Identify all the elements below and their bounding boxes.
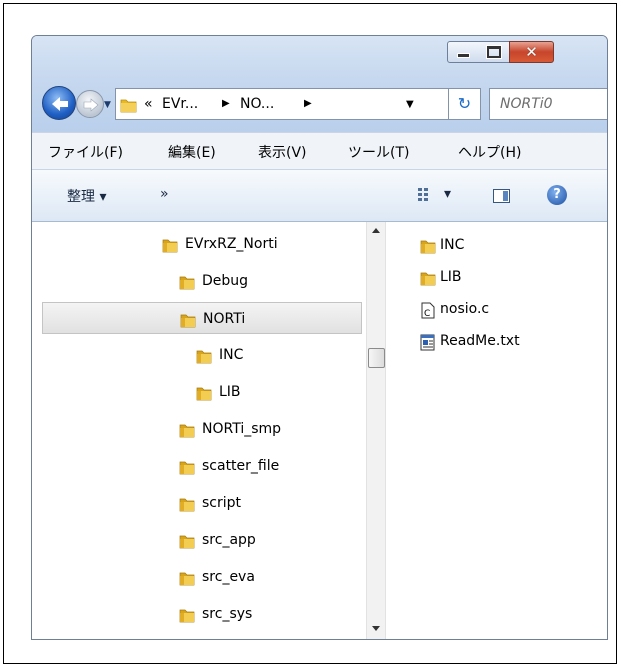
close-icon: ✕ bbox=[525, 43, 538, 61]
explorer-window: ✕ ▼ « EVr... ▶ NO... ▶ ▼ ↻ NORTi0 ファイル(F… bbox=[31, 35, 608, 640]
svg-text:C: C bbox=[424, 309, 430, 319]
recent-pages-dropdown[interactable]: ▼ bbox=[104, 100, 114, 110]
refresh-icon: ↻ bbox=[457, 94, 472, 113]
tree-item-src-eva[interactable]: src_eva bbox=[32, 561, 366, 595]
folder-icon bbox=[179, 496, 195, 516]
scroll-down-icon[interactable] bbox=[372, 626, 380, 631]
tree-item-label: Debug bbox=[202, 273, 249, 289]
tree-item-label: NORTi bbox=[203, 311, 246, 327]
folder-icon bbox=[196, 385, 212, 405]
maximize-button[interactable] bbox=[478, 41, 510, 63]
folder-icon bbox=[179, 459, 195, 479]
file-item-label: INC bbox=[440, 237, 465, 253]
breadcrumb-separator-icon[interactable]: ▶ bbox=[304, 98, 312, 109]
search-input[interactable]: NORTi0 bbox=[489, 88, 607, 120]
tree-item-label: LIB bbox=[219, 384, 241, 400]
close-button[interactable]: ✕ bbox=[509, 41, 554, 63]
folder-icon bbox=[420, 270, 436, 290]
file-item-label: LIB bbox=[440, 269, 462, 285]
folder-icon bbox=[196, 348, 212, 368]
scroll-thumb[interactable] bbox=[368, 348, 385, 368]
scroll-up-icon[interactable] bbox=[372, 228, 380, 233]
folder-icon bbox=[179, 607, 195, 627]
file-item-label: nosio.c bbox=[440, 301, 490, 317]
tree-item-norti-smp[interactable]: NORTi_smp bbox=[32, 413, 366, 447]
menu-view[interactable]: 表示(V) bbox=[258, 142, 307, 162]
folder-icon bbox=[179, 422, 195, 442]
navigation-scrollbar[interactable] bbox=[366, 222, 386, 639]
tree-item-label: src_app bbox=[202, 532, 256, 548]
folder-icon bbox=[180, 312, 196, 332]
text-file-icon bbox=[420, 334, 436, 355]
address-bar[interactable]: « EVr... ▶ NO... ▶ ▼ bbox=[115, 88, 449, 120]
tree-item-scatter-file[interactable]: scatter_file bbox=[32, 450, 366, 484]
arrow-right-icon bbox=[83, 98, 99, 112]
view-dropdown-button[interactable]: ▾ bbox=[444, 186, 451, 202]
tree-item-label: src_sys bbox=[202, 606, 253, 622]
more-commands-button[interactable]: » bbox=[160, 186, 169, 202]
back-button[interactable] bbox=[42, 86, 76, 120]
breadcrumb-separator-icon[interactable]: ▶ bbox=[222, 98, 230, 109]
tree-item-label: src_eva bbox=[202, 569, 255, 585]
menu-edit[interactable]: 編集(E) bbox=[168, 142, 216, 162]
tree-item-src-sys[interactable]: src_sys bbox=[32, 598, 366, 632]
tree-item-label: scatter_file bbox=[202, 458, 280, 474]
help-icon[interactable]: ? bbox=[547, 185, 567, 205]
chevron-down-icon[interactable]: ▼ bbox=[406, 99, 414, 110]
folder-icon bbox=[162, 237, 178, 257]
command-bar: 整理 ▾ » ▾ ? bbox=[32, 170, 607, 222]
file-list-pane: INC LIB Cnosio.c ReadMe.txt bbox=[387, 222, 607, 639]
tree-item-src-app[interactable]: src_app bbox=[32, 524, 366, 558]
tree-item-inc[interactable]: INC bbox=[32, 339, 366, 373]
menu-file[interactable]: ファイル(F) bbox=[48, 142, 123, 162]
folder-icon bbox=[179, 570, 195, 590]
view-options-icon[interactable] bbox=[418, 188, 434, 202]
folder-icon bbox=[179, 274, 195, 294]
breadcrumb-overflow[interactable]: « bbox=[144, 96, 153, 112]
arrow-left-icon bbox=[52, 97, 68, 111]
tree-item-lib[interactable]: LIB bbox=[32, 376, 366, 410]
preview-pane-icon[interactable] bbox=[493, 189, 510, 203]
minimize-icon bbox=[456, 53, 470, 58]
menu-tools[interactable]: ツール(T) bbox=[348, 142, 409, 162]
file-item-label: ReadMe.txt bbox=[440, 333, 520, 349]
tree-item-debug[interactable]: Debug bbox=[32, 265, 366, 299]
folder-icon bbox=[179, 533, 195, 553]
search-placeholder: NORTi0 bbox=[500, 96, 553, 112]
menu-help[interactable]: ヘルプ(H) bbox=[458, 142, 521, 162]
refresh-button[interactable]: ↻ bbox=[449, 88, 481, 120]
tree-item-evrxrz-norti[interactable]: EVrxRZ_Norti bbox=[32, 228, 366, 262]
tree-item-label: EVrxRZ_Norti bbox=[185, 236, 278, 252]
tree-item-script[interactable]: script bbox=[32, 487, 366, 521]
folder-icon bbox=[120, 99, 137, 113]
navigation-pane: EVrxRZ_Norti Debug NORTi INC LIB NORTi_smpsca… bbox=[32, 222, 366, 639]
maximize-icon bbox=[485, 45, 502, 59]
tree-item-label: INC bbox=[219, 347, 244, 363]
breadcrumb-item[interactable]: EVr... bbox=[162, 96, 198, 112]
minimize-button[interactable] bbox=[447, 41, 479, 63]
forward-button[interactable] bbox=[76, 90, 104, 118]
folder-icon bbox=[420, 238, 436, 258]
breadcrumb-item[interactable]: NO... bbox=[240, 96, 274, 112]
organize-button[interactable]: 整理 ▾ bbox=[67, 186, 106, 206]
tree-item-norti[interactable]: NORTi bbox=[42, 302, 362, 334]
menu-bar: ファイル(F) 編集(E) 表示(V) ツール(T) ヘルプ(H) bbox=[32, 132, 607, 170]
tree-item-label: NORTi_smp bbox=[202, 421, 282, 437]
c-file-icon: C bbox=[420, 302, 436, 323]
tree-item-label: script bbox=[202, 495, 242, 511]
title-bar: ✕ ▼ « EVr... ▶ NO... ▶ ▼ ↻ NORTi0 bbox=[32, 36, 607, 132]
